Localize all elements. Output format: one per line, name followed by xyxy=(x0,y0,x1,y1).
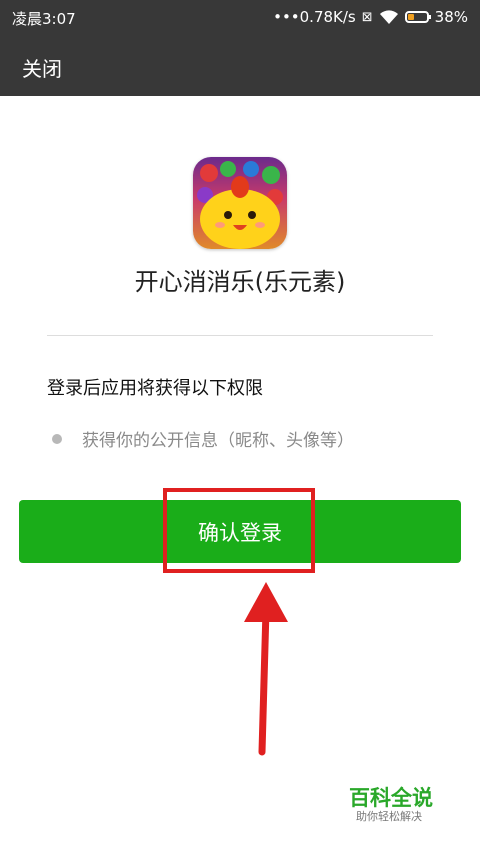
status-time: 凌晨3:07 xyxy=(12,10,76,28)
app-icon xyxy=(193,157,287,249)
chick-illustration-icon xyxy=(197,161,283,249)
divider xyxy=(47,335,433,336)
permission-item: 获得你的公开信息（昵称、头像等） xyxy=(52,426,354,451)
permissions-title: 登录后应用将获得以下权限 xyxy=(47,378,263,399)
network-speed: •••0.78K/s xyxy=(273,8,356,26)
permission-item-label: 获得你的公开信息（昵称、头像等） xyxy=(82,431,354,451)
highlight-box xyxy=(163,488,315,573)
close-button[interactable]: 关闭 xyxy=(22,53,62,82)
wifi-icon xyxy=(379,10,398,24)
status-bar: 凌晨3:07 •••0.78K/s ⊠ 38% xyxy=(0,0,480,34)
sim-icon: ⊠ xyxy=(361,9,373,25)
status-right-group: •••0.78K/s ⊠ 38% xyxy=(273,8,468,26)
bullet-icon xyxy=(52,433,62,444)
watermark-subtitle: 助你轻松解决 xyxy=(356,810,422,823)
battery-percent: 38% xyxy=(434,8,468,26)
app-name: 开心消消乐(乐元素) xyxy=(134,268,346,296)
title-bar: 关闭 xyxy=(0,34,480,96)
battery-icon xyxy=(404,11,431,23)
